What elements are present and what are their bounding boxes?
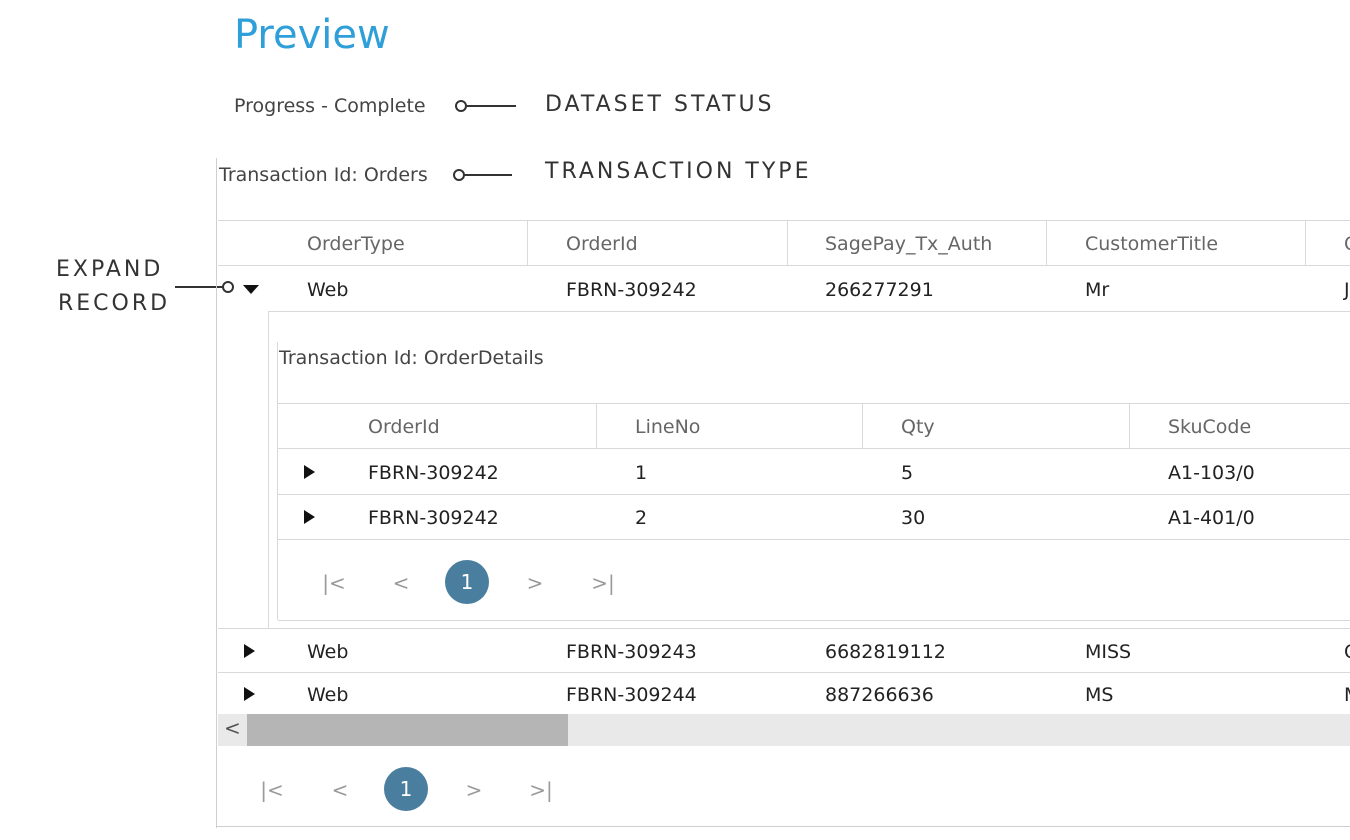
caret-down-icon[interactable] [243,285,259,294]
callout-line-status [466,105,516,107]
pager-first-button[interactable]: |< [257,778,287,802]
column-header-customertitle[interactable]: CustomerTitle [1085,233,1218,255]
detail-pager-current-page[interactable]: 1 [445,560,489,604]
header-bottom-border [218,265,1350,266]
detail-column-header-orderid[interactable]: OrderId [368,416,440,438]
detail-cell-qty: 30 [901,507,926,529]
detail-pager-next-button[interactable]: > [520,571,550,595]
detail-cell-lineno: 1 [635,462,648,484]
cell-ordertype: Web [307,684,349,706]
detail-cell-skucode: A1-401/0 [1168,507,1255,529]
detail-cell-lineno: 2 [635,507,648,529]
callout-expand-record-line1: EXPAND [56,257,164,282]
detail-pager-last-button[interactable]: >| [588,571,618,595]
callout-transaction-type: TRANSACTION TYPE [545,159,812,184]
header-divider [527,221,528,265]
detail-cell-orderid: FBRN-309242 [368,462,499,484]
header-divider [787,221,788,265]
cell-ordertype: Web [307,279,349,301]
detail-header-top-border [278,403,1350,404]
detail-cell-skucode: A1-103/0 [1168,462,1255,484]
cell-orderid: FBRN-309242 [566,279,697,301]
detail-grid-bottom-border [278,620,1350,621]
row-border [218,628,1350,629]
horizontal-scrollbar-thumb[interactable] [247,714,568,746]
detail-transaction-title: Transaction Id: OrderDetails [279,347,544,369]
detail-cell-qty: 5 [901,462,914,484]
cell-next: C [1344,641,1350,663]
cell-sagepay: 6682819112 [825,641,946,663]
detail-column-header-skucode[interactable]: SkuCode [1168,416,1251,438]
header-top-border [218,220,1350,221]
column-header-ordertype[interactable]: OrderType [307,233,405,255]
cell-ordertype: Web [307,641,349,663]
dataset-status-text: Progress - Complete [234,95,426,117]
header-divider [1305,221,1306,265]
pager-current-page[interactable]: 1 [384,767,428,811]
caret-right-icon[interactable] [244,687,255,701]
cell-orderid: FBRN-309244 [566,684,697,706]
callout-dot-expand [222,281,234,293]
callout-line-transaction [464,174,512,176]
row-border [218,672,1350,673]
cell-sagepay: 887266636 [825,684,934,706]
cell-next: J [1344,279,1350,301]
detail-header-divider [862,404,863,448]
pager-next-button[interactable]: > [459,778,489,802]
detail-pager-prev-button[interactable]: < [386,571,416,595]
row-border [268,311,1350,312]
cell-customertitle: MISS [1085,641,1132,663]
page-title: Preview [234,12,390,58]
cell-customertitle: MS [1085,684,1114,706]
caret-right-icon[interactable] [304,465,315,479]
detail-panel-left-border [268,312,269,628]
detail-column-header-lineno[interactable]: LineNo [635,416,700,438]
pager-last-button[interactable]: >| [526,778,556,802]
detail-header-divider [1129,404,1130,448]
detail-row-border [278,494,1350,495]
cell-orderid: FBRN-309243 [566,641,697,663]
grid-bottom-border [216,826,1350,827]
caret-right-icon[interactable] [304,510,315,524]
column-header-sagepay[interactable]: SagePay_Tx_Auth [825,233,992,255]
pager-prev-button[interactable]: < [325,778,355,802]
caret-right-icon[interactable] [244,644,255,658]
cell-sagepay: 266277291 [825,279,934,301]
detail-pager-first-button[interactable]: |< [319,571,349,595]
detail-cell-orderid: FBRN-309242 [368,507,499,529]
cell-customertitle: Mr [1085,279,1110,301]
column-header-next[interactable]: C [1344,233,1350,255]
detail-header-divider [596,404,597,448]
callout-expand-record-line2: RECORD [58,291,171,316]
detail-column-header-qty[interactable]: Qty [901,416,935,438]
detail-row-border [278,539,1350,540]
column-header-orderid[interactable]: OrderId [566,233,638,255]
callout-dataset-status: DATASET STATUS [545,92,775,117]
detail-header-bottom-border [278,448,1350,449]
header-divider [1046,221,1047,265]
cell-next: M [1344,684,1350,706]
grid-left-border [216,158,217,828]
transaction-type-text: Transaction Id: Orders [219,164,428,186]
detail-grid-left-border [277,342,278,620]
scroll-left-icon[interactable]: < [224,716,241,740]
